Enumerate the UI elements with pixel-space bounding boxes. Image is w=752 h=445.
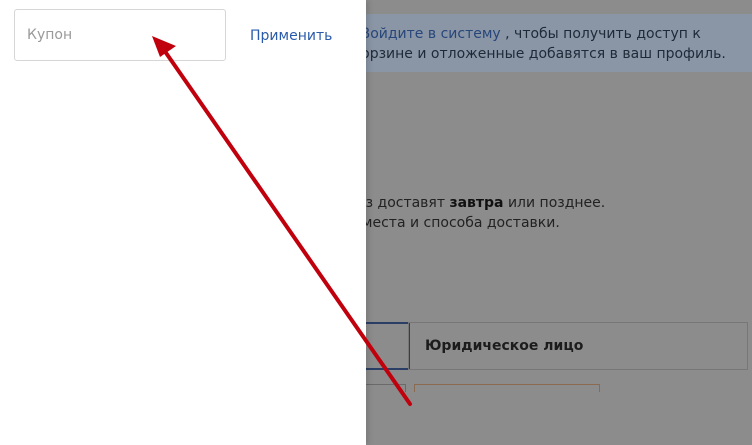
- background-bottom-band: [366, 392, 752, 445]
- login-notice-suffix: , чтобы получить доступ к: [505, 26, 701, 42]
- coupon-panel: Применить: [0, 0, 366, 445]
- coupon-input[interactable]: [14, 9, 226, 61]
- delivery-info-line1: аказ доставят завтра или позднее.: [340, 195, 605, 211]
- login-link[interactable]: Войдите в систему: [361, 26, 501, 42]
- delivery-info-bold: завтра: [449, 195, 504, 211]
- login-notice-banner: [330, 14, 752, 72]
- apply-coupon-button[interactable]: Применить: [244, 26, 338, 46]
- delivery-info-suffix: или позднее.: [503, 195, 606, 211]
- login-notice-line2: в корзине и отложенные добавятся в ваш п…: [340, 46, 726, 62]
- login-notice-line1: ” , Войдите в систему , чтобы получить д…: [340, 26, 701, 42]
- tab-legal-entity[interactable]: Юридическое лицо: [408, 322, 748, 370]
- delivery-info-line2: ра места и способа доставки.: [340, 215, 560, 231]
- tab-legal-entity-label: Юридическое лицо: [425, 338, 584, 354]
